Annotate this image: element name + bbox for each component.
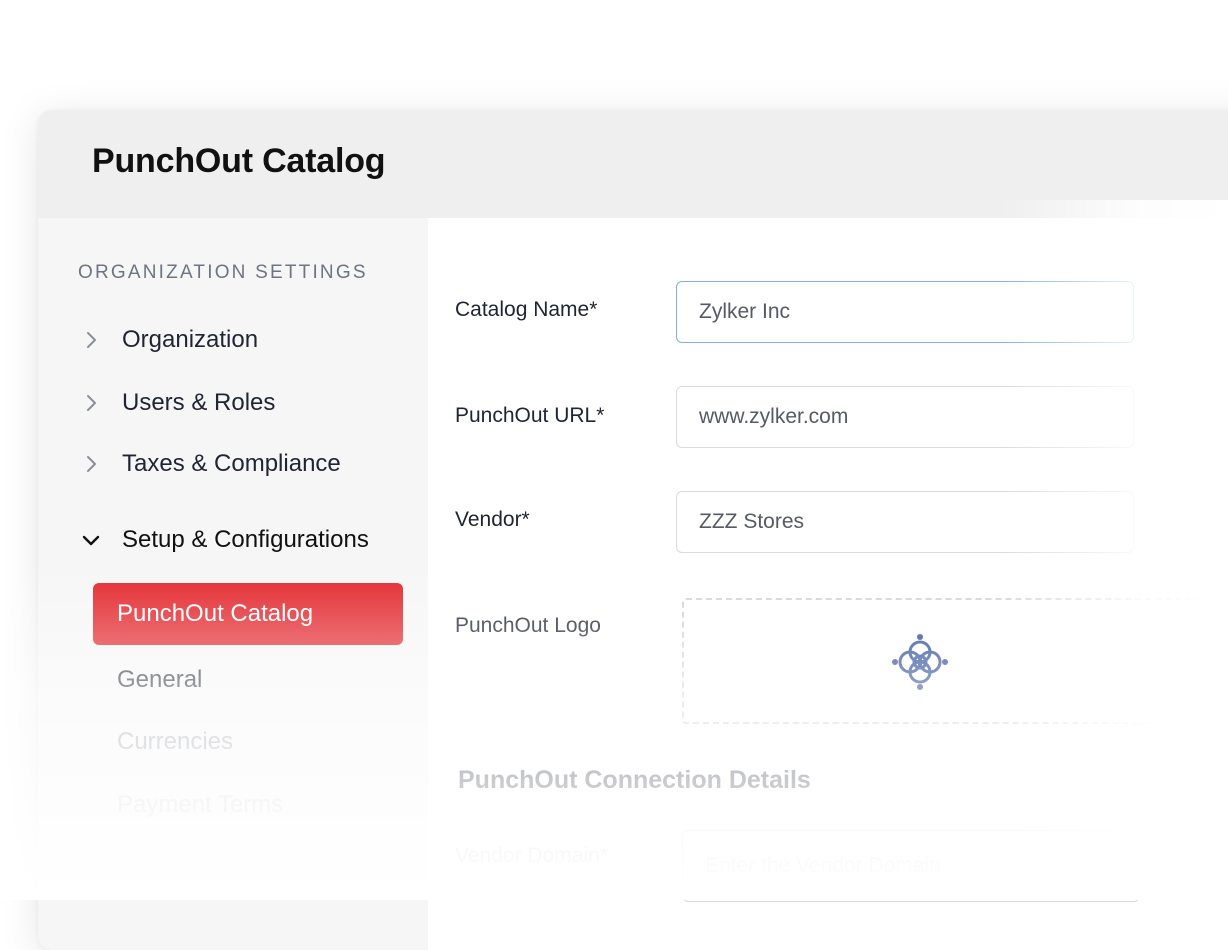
catalog-form: Catalog Name* Zylker Inc PunchOut URL* w…	[428, 218, 1228, 950]
punchout-logo-label: PunchOut Logo	[455, 614, 601, 637]
punchout-url-input[interactable]: www.zylker.com	[676, 386, 1134, 448]
chevron-right-icon	[78, 451, 104, 477]
logo-upload-area[interactable]	[682, 598, 1228, 724]
vendor-domain-input[interactable]: Enter the Vendor Domain	[682, 830, 1140, 902]
catalog-name-value: Zylker Inc	[699, 300, 791, 323]
vendor-domain-label: Vendor Domain*	[455, 844, 608, 867]
sidebar-item-organization[interactable]: Organization	[78, 320, 258, 360]
sidebar-subitem-label: Currencies	[117, 728, 234, 755]
vendor-value: ZZZ Stores	[699, 510, 805, 533]
punchout-url-label: PunchOut URL*	[455, 404, 605, 427]
sidebar-item-label: Organization	[122, 326, 259, 353]
punchout-url-value: www.zylker.com	[699, 405, 849, 428]
sidebar-subitem-payment-terms[interactable]: Payment Terms	[93, 774, 403, 836]
sidebar-subitem-label: Payment Terms	[117, 791, 284, 818]
sidebar-section-heading: ORGANIZATION SETTINGS	[78, 262, 368, 283]
chevron-down-icon	[78, 527, 104, 553]
connection-details-title: PunchOut Connection Details	[458, 766, 811, 794]
vendor-select[interactable]: ZZZ Stores	[676, 491, 1134, 553]
settings-window: PunchOut Catalog ORGANIZATION SETTINGS O…	[38, 110, 1228, 950]
sidebar-subitem-currencies[interactable]: Currencies	[93, 711, 403, 773]
page-title: PunchOut Catalog	[92, 142, 386, 180]
sidebar-item-label: Taxes & Compliance	[122, 450, 341, 477]
page-header: PunchOut Catalog	[38, 110, 1228, 218]
catalog-name-input[interactable]: Zylker Inc	[676, 281, 1134, 343]
vendor-domain-placeholder: Enter the Vendor Domain	[705, 854, 941, 877]
sidebar-subitem-label: General	[117, 666, 203, 693]
sidebar-item-users-roles[interactable]: Users & Roles	[78, 383, 275, 423]
catalog-name-label: Catalog Name*	[455, 298, 598, 321]
vendor-label: Vendor*	[455, 508, 530, 531]
sidebar-item-label: Users & Roles	[122, 389, 276, 416]
sidebar-subitem-general[interactable]: General	[93, 649, 403, 711]
sidebar-item-setup-configurations[interactable]: Setup & Configurations	[78, 520, 369, 560]
settings-sidebar: ORGANIZATION SETTINGS Organization Users…	[38, 218, 428, 950]
sidebar-item-label: Setup & Configurations	[122, 526, 369, 553]
chevron-right-icon	[78, 390, 104, 416]
chevron-right-icon	[78, 327, 104, 353]
sidebar-item-taxes-compliance[interactable]: Taxes & Compliance	[78, 444, 341, 484]
sidebar-subitem-label: PunchOut Catalog	[117, 600, 314, 627]
sidebar-subitem-punchout-catalog[interactable]: PunchOut Catalog	[93, 583, 403, 645]
mandala-logo-icon	[892, 634, 948, 690]
